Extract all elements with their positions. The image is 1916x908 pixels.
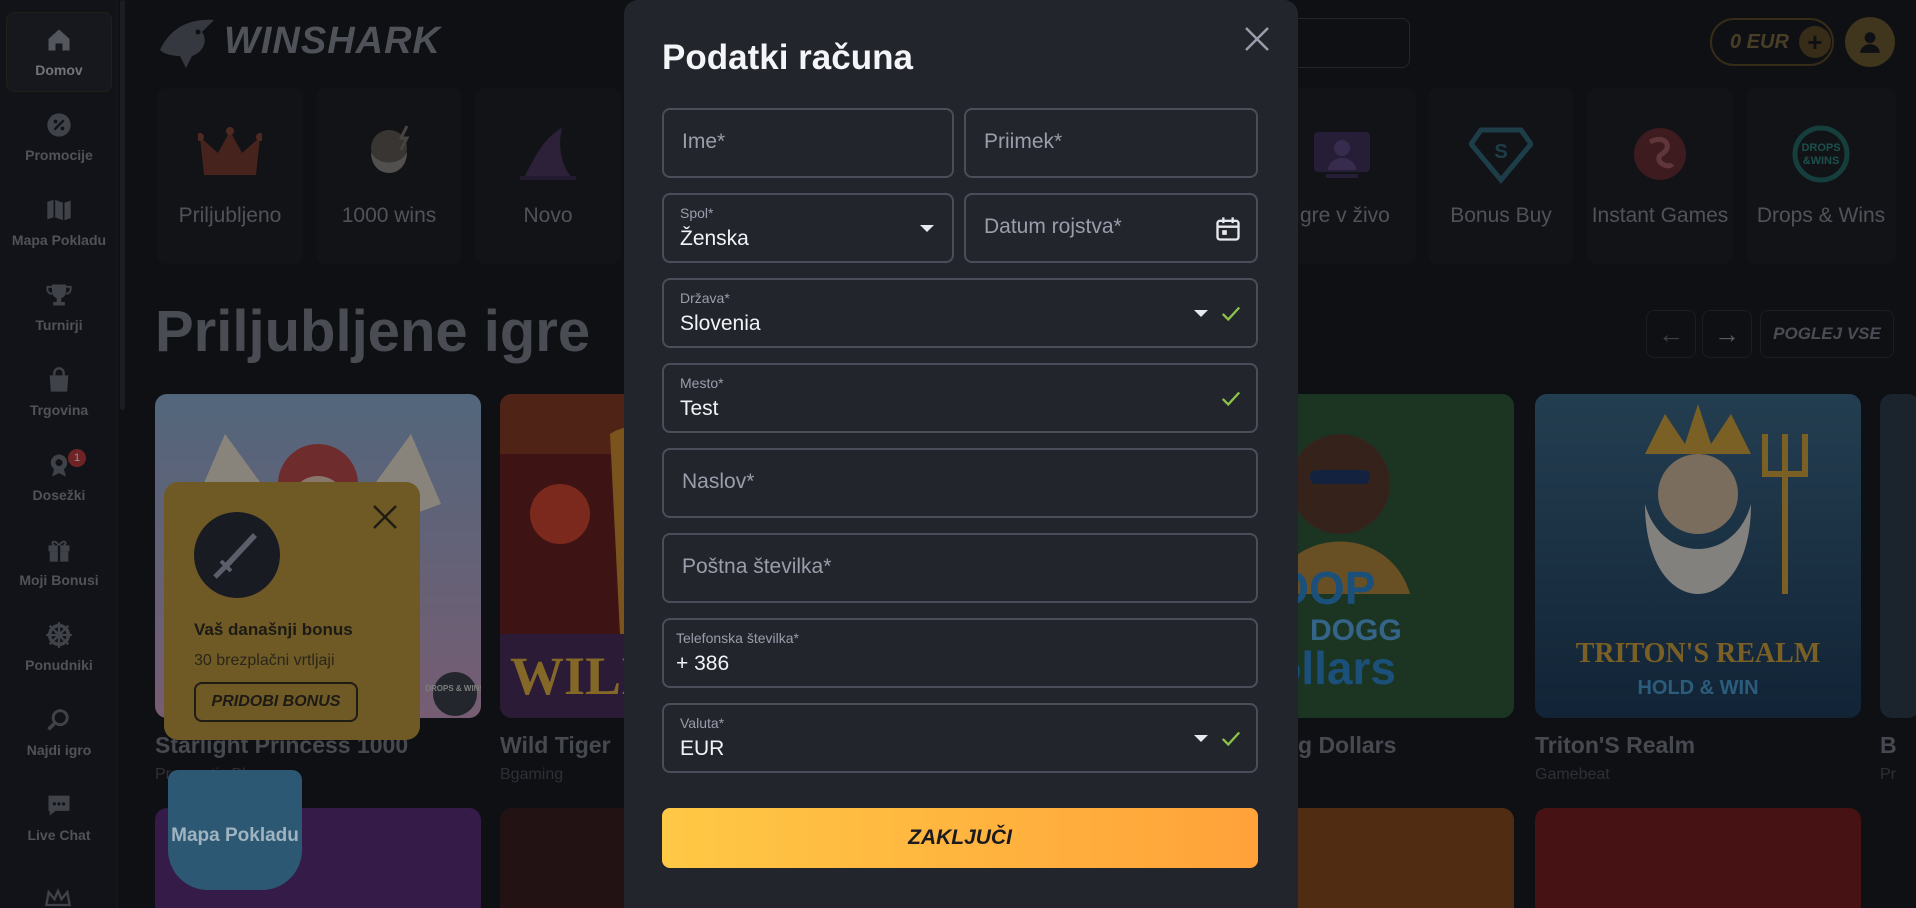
birthdate-field[interactable]: Datum rojstva* — [964, 193, 1258, 263]
field-label: Mesto* — [680, 375, 724, 391]
field-placeholder: Naslov* — [682, 470, 755, 493]
gender-select[interactable]: Spol* Ženska — [662, 193, 954, 263]
field-value: Ženska — [680, 227, 749, 250]
field-label: Valuta* — [680, 715, 725, 731]
field-value: + 386 — [676, 652, 730, 675]
postal-code-field[interactable]: Poštna številka* — [662, 533, 1258, 603]
checkmark-icon — [1221, 731, 1241, 747]
last-name-field[interactable]: Priimek* — [964, 108, 1258, 178]
field-value: EUR — [680, 737, 725, 760]
country-select[interactable]: Država* Slovenia — [662, 278, 1258, 348]
field-value: Test — [680, 397, 719, 420]
currency-select[interactable]: Valuta* EUR — [662, 703, 1258, 773]
modal-title: Podatki računa — [662, 38, 913, 77]
daily-bonus-popup: Vaš današnji bonus 30 brezplačni vrtljaj… — [164, 482, 420, 740]
calendar-icon[interactable] — [1214, 215, 1242, 243]
bonus-subtitle: 30 brezplačni vrtljaji — [194, 652, 335, 669]
field-placeholder: Ime* — [682, 130, 726, 153]
checkmark-icon — [1221, 391, 1241, 407]
chevron-down-icon — [1194, 310, 1208, 317]
bonus-avatar — [194, 512, 280, 598]
account-details-modal: Podatki računa Ime* Priimek* Spol* Žensk… — [624, 0, 1298, 908]
close-icon[interactable] — [1242, 24, 1272, 54]
field-label: Država* — [680, 290, 730, 306]
field-label: Spol* — [680, 205, 714, 221]
phone-field[interactable]: Telefonska številka* + 386 — [662, 618, 1258, 688]
chevron-down-icon — [1194, 735, 1208, 742]
bonus-title: Vaš današnji bonus — [194, 620, 353, 639]
field-placeholder: Poštna številka* — [682, 555, 832, 578]
submit-button[interactable]: ZAKLJUČI — [662, 808, 1258, 868]
field-label: Telefonska številka* — [676, 630, 799, 646]
checkmark-icon — [1221, 306, 1241, 322]
sword-icon — [213, 533, 257, 579]
city-field[interactable]: Mesto* Test — [662, 363, 1258, 433]
field-placeholder: Priimek* — [984, 130, 1063, 153]
field-placeholder: Datum rojstva* — [984, 215, 1122, 238]
address-field[interactable]: Naslov* — [662, 448, 1258, 518]
first-name-field[interactable]: Ime* — [662, 108, 954, 178]
chevron-down-icon — [920, 225, 934, 232]
treasure-map-banner[interactable]: Mapa Pokladu — [168, 770, 302, 890]
field-value: Slovenia — [680, 312, 761, 335]
claim-bonus-button[interactable]: PRIDOBI BONUS — [194, 682, 358, 722]
close-icon[interactable] — [370, 502, 400, 532]
